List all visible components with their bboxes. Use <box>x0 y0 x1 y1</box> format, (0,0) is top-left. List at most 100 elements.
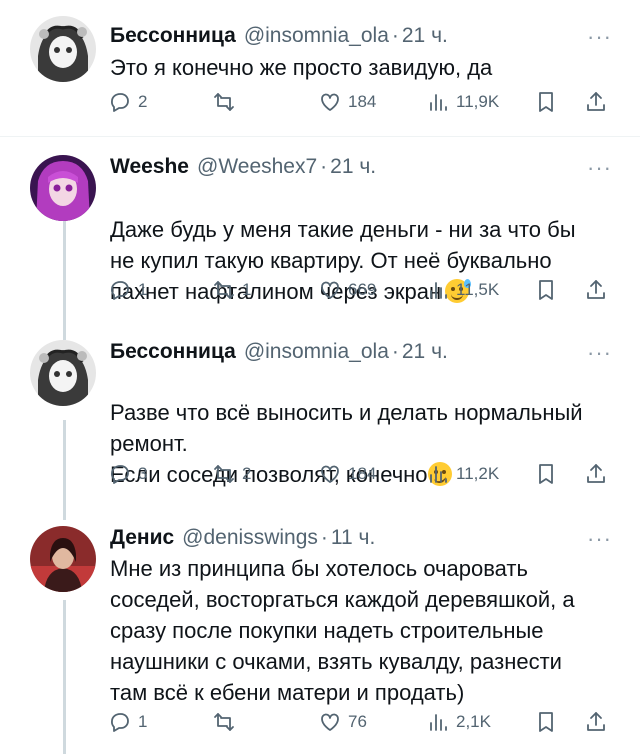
bookmark-button[interactable] <box>534 278 558 302</box>
share-icon <box>587 464 605 483</box>
reply-count: 1 <box>138 280 148 299</box>
share-icon <box>587 712 605 731</box>
anime-avatar-bw-icon <box>30 16 96 82</box>
retweet-button[interactable] <box>212 90 242 114</box>
share-button[interactable] <box>584 462 608 486</box>
handle[interactable]: @insomnia_ola <box>244 24 389 48</box>
like-count: 76 <box>348 712 367 731</box>
share-icon <box>587 280 605 299</box>
like-button[interactable]: 669 <box>318 278 376 302</box>
anime-avatar-bw-icon <box>30 340 96 406</box>
views-icon <box>430 282 447 299</box>
reply-icon <box>111 93 129 112</box>
like-button[interactable]: 184 <box>318 90 376 114</box>
retweet-button[interactable]: 1 <box>212 278 251 302</box>
views-icon <box>430 94 447 111</box>
timestamp[interactable]: 21 ч. <box>330 155 376 179</box>
separator: · <box>391 24 399 47</box>
views-button[interactable]: 11,5K <box>426 278 499 302</box>
display-name[interactable]: Бессонница <box>110 340 236 364</box>
display-name[interactable]: Бессонница <box>110 24 236 48</box>
reply-button[interactable]: 1 <box>108 710 147 734</box>
tweet[interactable]: Бессонница @insomnia_ola · 21 ч. ··· Это… <box>0 0 640 136</box>
retweet-button[interactable]: 2 <box>212 462 251 486</box>
view-count: 2,1K <box>456 712 491 731</box>
action-bar: 3 2 184 11,2K <box>108 462 613 490</box>
bookmark-icon <box>539 712 553 732</box>
retweet-icon <box>214 281 234 299</box>
bookmark-button[interactable] <box>534 90 558 114</box>
views-icon <box>430 714 447 731</box>
share-button[interactable] <box>584 90 608 114</box>
reply-icon <box>111 465 129 484</box>
views-icon <box>430 466 447 483</box>
action-bar: 1 76 2,1K <box>108 710 613 738</box>
handle[interactable]: @denisswings <box>182 526 318 550</box>
tweet-text: Это я конечно же просто завидую, да <box>110 55 493 80</box>
view-count: 11,9K <box>456 92 500 111</box>
handle[interactable]: @insomnia_ola <box>244 340 389 364</box>
like-icon <box>321 465 339 483</box>
separator: · <box>320 155 328 178</box>
reply-icon <box>111 713 129 732</box>
retweet-count: 2 <box>242 464 252 483</box>
retweet-count: 1 <box>242 280 252 299</box>
more-options-button[interactable]: ··· <box>587 24 612 50</box>
display-name[interactable]: Денис <box>110 526 174 550</box>
retweet-icon <box>214 713 234 731</box>
views-button[interactable]: 2,1K <box>426 710 491 734</box>
timestamp[interactable]: 11 ч. <box>331 526 375 550</box>
reply-count: 3 <box>138 464 148 483</box>
display-name[interactable]: Weeshe <box>110 155 189 179</box>
anime-avatar-purple-icon <box>30 155 96 221</box>
views-button[interactable]: 11,9K <box>426 90 499 114</box>
like-count: 184 <box>348 92 377 111</box>
views-button[interactable]: 11,2K <box>426 462 499 486</box>
more-options-button[interactable]: ··· <box>587 340 612 366</box>
retweet-button[interactable] <box>212 710 242 734</box>
bookmark-icon <box>539 464 553 484</box>
tweet[interactable]: Weeshe @Weeshex7 · 21 ч. ··· Даже будь у… <box>0 137 640 340</box>
like-button[interactable]: 76 <box>318 710 367 734</box>
avatar[interactable] <box>30 155 96 221</box>
view-count: 11,2K <box>456 464 500 483</box>
bookmark-icon <box>539 280 553 300</box>
share-icon <box>587 92 605 111</box>
share-button[interactable] <box>584 710 608 734</box>
avatar[interactable] <box>30 526 96 592</box>
bookmark-button[interactable] <box>534 710 558 734</box>
separator: · <box>320 526 328 549</box>
more-options-button[interactable]: ··· <box>587 155 612 181</box>
reply-button[interactable]: 2 <box>108 90 147 114</box>
reply-count: 2 <box>138 92 148 111</box>
view-count: 11,5K <box>456 280 500 299</box>
photo-avatar-red-icon <box>30 526 96 592</box>
avatar[interactable] <box>30 340 96 406</box>
tweet-header: Weeshe @Weeshex7 · 21 ч. <box>110 155 376 179</box>
avatar[interactable] <box>30 16 96 82</box>
retweet-icon <box>214 465 234 483</box>
reply-icon <box>111 281 129 300</box>
like-count: 184 <box>348 464 377 483</box>
tweet-header: Бессонница @insomnia_ola · 21 ч. <box>110 24 448 48</box>
tweet-header: Бессонница @insomnia_ola · 21 ч. <box>110 340 448 364</box>
tweet[interactable]: Бессонница @insomnia_ola · 21 ч. ··· Раз… <box>0 340 640 520</box>
like-count: 669 <box>348 280 377 299</box>
reply-count: 1 <box>138 712 148 731</box>
separator: · <box>391 340 399 363</box>
tweet-text: Мне из принципа бы хотелось очаровать со… <box>110 556 575 705</box>
timestamp[interactable]: 21 ч. <box>402 340 448 364</box>
like-button[interactable]: 184 <box>318 462 376 486</box>
more-options-button[interactable]: ··· <box>587 526 612 552</box>
share-button[interactable] <box>584 278 608 302</box>
bookmark-button[interactable] <box>534 462 558 486</box>
bookmark-icon <box>539 92 553 112</box>
tweet[interactable]: Денис @denisswings · 11 ч. ··· Мне из пр… <box>0 520 640 754</box>
reply-button[interactable]: 1 <box>108 278 147 302</box>
like-icon <box>321 93 339 111</box>
timestamp[interactable]: 21 ч. <box>402 24 448 48</box>
reply-button[interactable]: 3 <box>108 462 147 486</box>
like-icon <box>321 713 339 731</box>
like-icon <box>321 281 339 299</box>
handle[interactable]: @Weeshex7 <box>197 155 317 179</box>
